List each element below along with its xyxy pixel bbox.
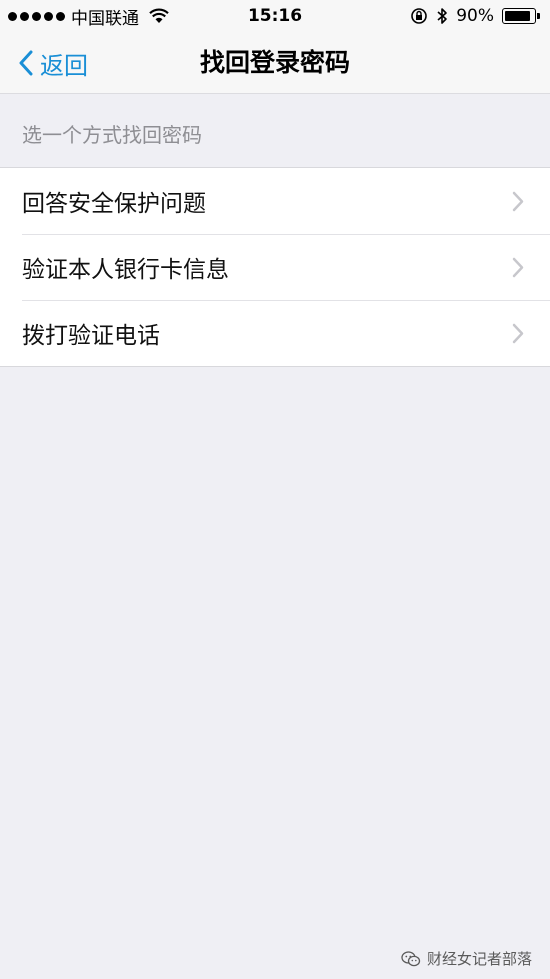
status-right: 90%	[410, 0, 540, 32]
back-button[interactable]: 返回	[18, 32, 88, 94]
watermark-text: 财经女记者部落	[426, 950, 532, 968]
option-verification-call[interactable]: 拨打验证电话	[0, 300, 550, 366]
recovery-options-list: 回答安全保护问题 验证本人银行卡信息 拨打验证电话	[0, 167, 550, 367]
status-bar: 中国联通 15:16 90%	[0, 0, 550, 32]
navigation-bar: 找回登录密码 返回	[0, 32, 550, 94]
bluetooth-icon	[437, 8, 448, 24]
battery-icon	[502, 8, 540, 24]
chevron-right-icon	[512, 323, 524, 344]
orientation-lock-icon	[411, 8, 428, 24]
watermark: 财经女记者部落	[401, 948, 532, 969]
chevron-right-icon	[512, 257, 524, 278]
battery-percent: 90%	[456, 6, 494, 26]
option-label: 拨打验证电话	[22, 323, 160, 349]
screen: 中国联通 15:16 90% 找回登录密码 返回 选一个方式找回密码 回答安全保…	[0, 0, 550, 979]
option-bank-card-verification[interactable]: 验证本人银行卡信息	[0, 234, 550, 300]
option-label: 验证本人银行卡信息	[22, 257, 229, 283]
battery-fill	[505, 11, 531, 21]
chevron-left-icon	[19, 50, 33, 76]
chevron-right-icon	[512, 191, 524, 212]
wechat-icon	[401, 950, 421, 966]
section-header: 选一个方式找回密码	[22, 123, 202, 147]
option-security-questions[interactable]: 回答安全保护问题	[0, 168, 550, 234]
option-label: 回答安全保护问题	[22, 191, 206, 217]
back-button-label: 返回	[40, 51, 88, 80]
